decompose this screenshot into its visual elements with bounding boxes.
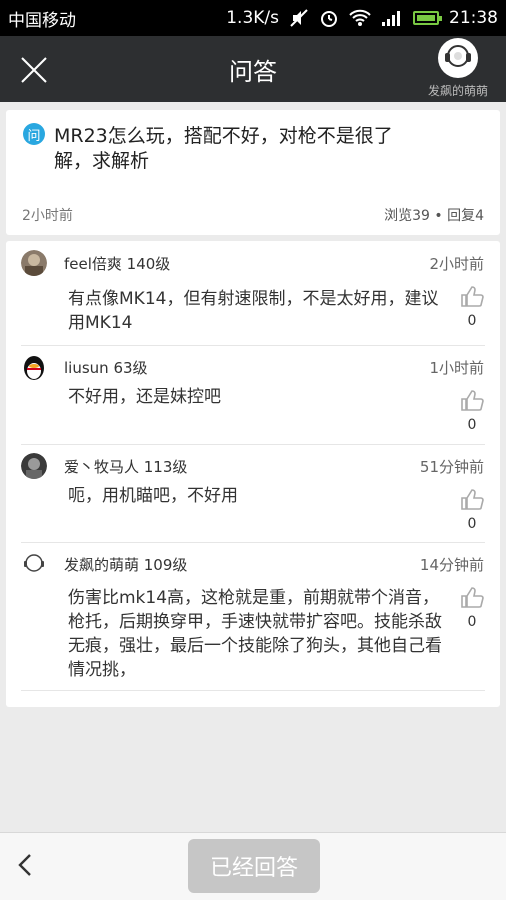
top-bar: 问答 发飙的萌萌 — [0, 36, 506, 102]
thumbs-up-icon — [460, 489, 484, 514]
like-button[interactable]: 0 — [460, 586, 484, 630]
question-stats: 浏览39 • 回复4 — [384, 208, 484, 224]
signal-icon — [381, 9, 403, 27]
answer-content: 不好用，还是妹控吧 — [68, 387, 221, 407]
answer-author[interactable]: feel倍爽 140级 — [64, 253, 170, 274]
like-count: 0 — [467, 313, 477, 329]
network-speed: 1.3K/s — [226, 8, 279, 28]
like-button[interactable]: 0 — [460, 389, 484, 433]
question-text: MR23怎么玩，搭配不好，对枪不是很了解，求解析 — [54, 125, 393, 172]
answered-button[interactable]: 已经回答 — [188, 839, 320, 893]
status-bar: 中国移动 1.3K/s 21:38 — [0, 0, 506, 36]
battery-icon — [413, 11, 442, 25]
thumbs-up-icon — [460, 587, 484, 612]
divider — [21, 542, 485, 543]
question-icon: 问 — [23, 123, 45, 145]
avatar[interactable] — [21, 250, 47, 276]
user-profile[interactable]: 发飙的萌萌 — [420, 38, 496, 99]
divider — [21, 345, 485, 346]
like-button[interactable]: 0 — [460, 488, 484, 532]
avatar[interactable] — [21, 551, 47, 577]
wifi-icon — [349, 9, 371, 27]
question-time: 2小时前 — [22, 208, 73, 224]
answer-content: 伤害比mk14高，这枪就是重，前期就带个消音，枪托，后期换穿甲，手速快就带扩容吧… — [68, 588, 442, 680]
avatar[interactable] — [21, 354, 47, 380]
like-count: 0 — [467, 614, 477, 630]
thumbs-up-icon — [460, 286, 484, 311]
divider — [21, 444, 485, 445]
like-count: 0 — [467, 417, 477, 433]
answer-time: 2小时前 — [429, 255, 484, 273]
answer-author[interactable]: 爱丶牧马人 113级 — [64, 456, 187, 477]
mute-icon — [289, 8, 309, 28]
thumbs-up-icon — [460, 390, 484, 415]
answer-time: 51分钟前 — [419, 458, 484, 476]
answer-content: 呃，用机瞄吧，不好用 — [68, 486, 238, 506]
answer-author[interactable]: liusun 63级 — [64, 357, 148, 378]
answer-time: 14分钟前 — [419, 556, 484, 574]
like-count: 0 — [467, 516, 477, 532]
avatar[interactable] — [438, 38, 478, 78]
carrier-label: 中国移动 — [8, 10, 76, 31]
bottom-bar: 已经回答 — [0, 832, 506, 900]
divider — [21, 690, 485, 691]
question-card: 问 MR23怎么玩，搭配不好，对枪不是很了解，求解析 2小时前 浏览39 • 回… — [6, 110, 500, 235]
clock: 21:38 — [449, 8, 498, 28]
alarm-icon — [319, 8, 339, 28]
back-icon[interactable] — [14, 851, 36, 879]
answer-time: 1小时前 — [429, 359, 484, 377]
answers-list: feel倍爽 140级 2小时前 有点像MK14，但有射速限制，不是太好用，建议… — [6, 241, 500, 707]
answer-content: 有点像MK14，但有射速限制，不是太好用，建议用MK14 — [68, 289, 439, 333]
avatar[interactable] — [21, 453, 47, 479]
username: 发飙的萌萌 — [427, 84, 488, 98]
like-button[interactable]: 0 — [460, 285, 484, 329]
answer-author[interactable]: 发飙的萌萌 109级 — [64, 554, 187, 575]
